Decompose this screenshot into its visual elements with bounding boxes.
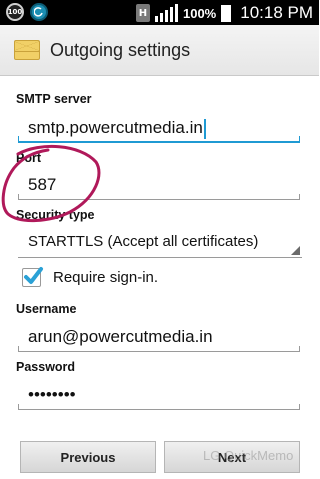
- network-type-icon: H: [135, 4, 150, 22]
- security-type-dropdown[interactable]: STARTTLS (Accept all certificates): [18, 228, 302, 258]
- signal-strength-icon: [154, 4, 178, 22]
- dropdown-arrow-icon: [291, 246, 300, 255]
- username-label: Username: [16, 302, 77, 316]
- status-notifications: 100: [6, 3, 48, 21]
- sync-app-icon: [30, 3, 48, 21]
- port-label: Port: [16, 151, 41, 165]
- require-signin-checkbox[interactable]: [22, 267, 43, 287]
- status-bar: 100 H 100% 10:18 PM: [0, 0, 319, 25]
- password-label: Password: [16, 360, 76, 374]
- clock: 10:18 PM: [240, 3, 313, 22]
- title-bar: Outgoing settings: [0, 25, 319, 76]
- notification-100-icon: 100: [6, 3, 24, 21]
- battery-percent: 100%: [182, 5, 217, 21]
- smtp-server-input[interactable]: smtp.powercutmedia.in: [18, 113, 300, 143]
- port-value: 587: [28, 175, 57, 194]
- smtp-server-label: SMTP server: [16, 92, 92, 106]
- security-type-value: STARTTLS (Accept all certificates): [28, 233, 259, 250]
- password-input[interactable]: ••••••••: [18, 380, 300, 410]
- username-value: arun@powercutmedia.in: [28, 327, 213, 346]
- status-indicators: H 100% 10:18 PM: [135, 3, 313, 23]
- security-type-label: Security type: [16, 208, 95, 222]
- username-input[interactable]: arun@powercutmedia.in: [18, 322, 300, 352]
- require-signin-row[interactable]: Require sign-in.: [22, 267, 159, 287]
- port-input[interactable]: 587: [18, 170, 300, 200]
- mail-envelope-icon: [14, 40, 40, 60]
- page-title: Outgoing settings: [50, 39, 191, 60]
- smtp-server-value: smtp.powercutmedia.in: [28, 118, 203, 137]
- text-cursor: [203, 118, 206, 139]
- next-button[interactable]: Next: [164, 441, 300, 473]
- require-signin-label: Require sign-in.: [53, 269, 159, 286]
- checkmark-icon: [24, 267, 43, 284]
- battery-icon: [221, 4, 232, 22]
- previous-button[interactable]: Previous: [20, 441, 156, 473]
- password-value: ••••••••: [28, 385, 76, 404]
